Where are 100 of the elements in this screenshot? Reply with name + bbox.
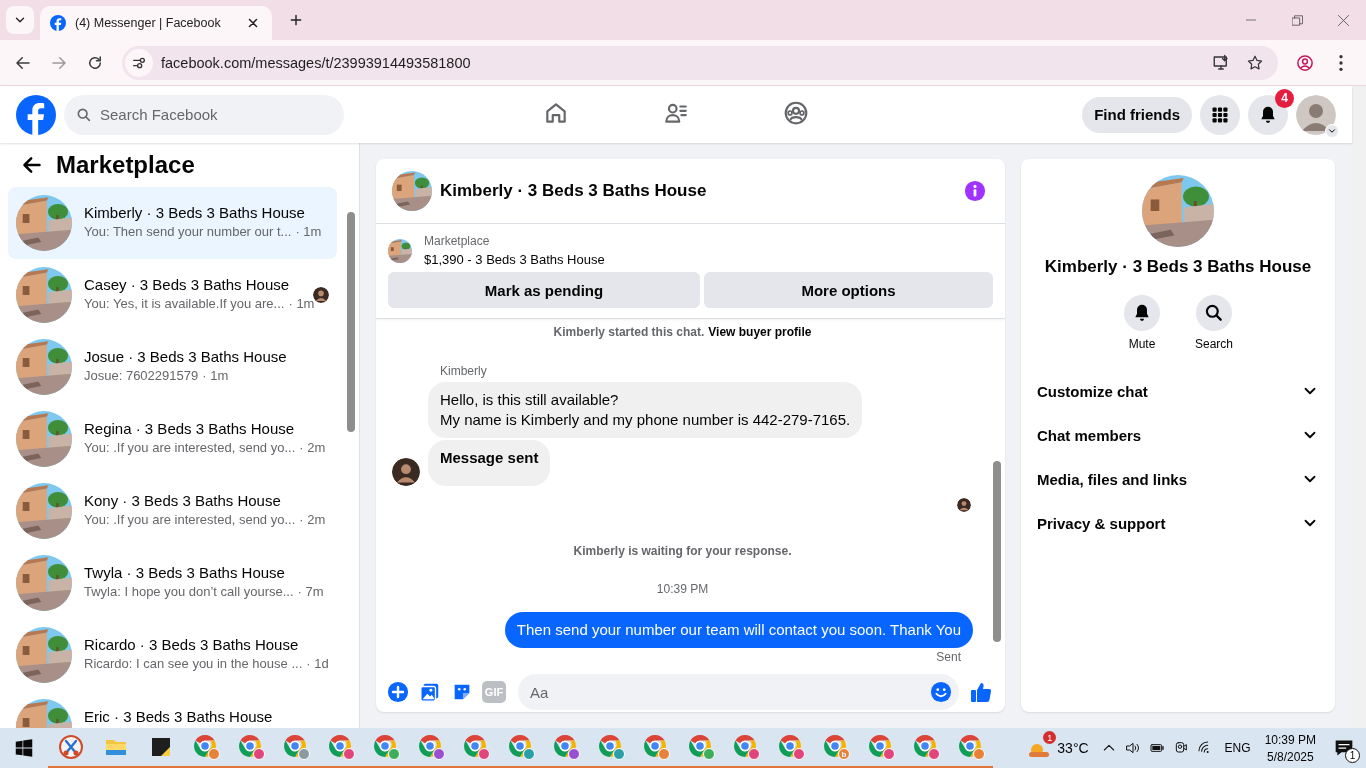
listing-title: $1,390 - 3 Beds 3 Baths House xyxy=(424,252,605,267)
scrollbar[interactable] xyxy=(1352,86,1366,728)
tab-title: (4) Messenger | Facebook xyxy=(75,16,222,30)
star-icon xyxy=(1246,53,1264,72)
browser-icon xyxy=(777,734,804,760)
accordion-item[interactable]: Privacy & support xyxy=(1029,501,1327,545)
accordion-item[interactable]: Chat members xyxy=(1029,413,1327,457)
close-icon xyxy=(247,17,259,29)
browser-icon xyxy=(192,734,219,760)
search-icon xyxy=(76,106,92,123)
accordion-item[interactable]: Customize chat xyxy=(1029,369,1327,413)
message-preview: Twyla: I hope you don’t call yourse... xyxy=(84,584,294,599)
conversation-item[interactable]: Twyla · 3 Beds 3 Baths House Twyla: I hope you don’t call yourse... · 7m xyxy=(8,547,337,619)
timestamp: · 7m xyxy=(297,584,324,599)
thumbs-up-icon xyxy=(969,680,993,704)
restore-icon xyxy=(1291,14,1303,26)
conversation-title: Regina · 3 Beds 3 Baths House xyxy=(84,420,296,437)
action-label: Mute xyxy=(1128,337,1156,351)
mute-button[interactable] xyxy=(1124,295,1160,331)
notification-center-button[interactable]: 1 xyxy=(1322,728,1366,768)
conversation-item[interactable]: Regina · 3 Beds 3 Baths House You: .If you are interested, send yo... · 2m xyxy=(8,403,337,475)
notifications-button[interactable] xyxy=(1248,94,1288,135)
browser-icon xyxy=(462,734,489,760)
message-field[interactable]: Aa xyxy=(518,674,959,710)
search-field[interactable]: Search Facebook xyxy=(64,94,344,135)
reload-icon xyxy=(86,53,104,72)
back-button[interactable] xyxy=(22,155,42,175)
browser-icon xyxy=(237,734,264,760)
find-friends-button[interactable]: Find friends xyxy=(1082,96,1192,133)
sender-name: Kimberly xyxy=(440,364,488,378)
browser-icon xyxy=(732,734,759,760)
conversation-item[interactable]: Kimberly · 3 Beds 3 Baths House You: Then send your number our t... · 1m xyxy=(8,187,337,259)
conversation-title: Kimberly · 3 Beds 3 Baths House xyxy=(440,181,707,201)
avatar-icon[interactable] xyxy=(1296,94,1336,135)
conversation-title: Twyla · 3 Beds 3 Baths House xyxy=(84,564,286,581)
address-bar[interactable]: facebook.com/messages/t/23993914493581800 xyxy=(122,45,1278,80)
windows-icon xyxy=(15,739,33,757)
conversation-title: Kony · 3 Beds 3 Baths House xyxy=(84,492,282,509)
home-icon xyxy=(543,100,569,126)
message-preview: You: Yes, it is available.If you are... xyxy=(84,296,285,311)
emoji-button[interactable] xyxy=(930,681,952,703)
scissors-icon xyxy=(58,735,83,759)
browser-icon xyxy=(957,734,984,760)
monitor-download-icon xyxy=(1212,53,1230,72)
message-bubble: Message sent xyxy=(428,440,551,486)
action-button[interactable]: Mark as pending xyxy=(388,272,700,308)
timestamp: · 1m xyxy=(288,296,315,311)
notification-count: 1 xyxy=(1345,748,1360,763)
browser-icon xyxy=(552,734,579,760)
menu-button[interactable] xyxy=(1200,94,1240,135)
conversation-item[interactable]: Ricardo · 3 Beds 3 Baths House Ricardo: I can see you in the house ... · 1d xyxy=(8,619,337,691)
clock-button[interactable]: 10:39 PM 5/8/2025 xyxy=(1258,728,1322,768)
page-title: Marketplace xyxy=(56,151,195,179)
minimize-icon xyxy=(1246,19,1256,21)
timestamp: · 1d xyxy=(306,656,329,671)
info-icon xyxy=(964,180,986,202)
message-bubble: Hello, is this still available? My name is Kimberly and my phone number is 442-279-7165. xyxy=(428,382,863,438)
action-label: Search xyxy=(1195,337,1233,351)
browser-icon xyxy=(912,734,939,760)
site-info-button[interactable] xyxy=(125,48,153,77)
message-preview: You: .If you are interested, send yo... xyxy=(84,512,296,527)
plus-circle-icon xyxy=(387,681,409,703)
timestamp: 10:39 PM xyxy=(655,582,710,596)
profile-badge: b xyxy=(838,748,850,760)
conversation-item[interactable]: Kony · 3 Beds 3 Baths House You: .If you are interested, send yo... · 2m xyxy=(8,475,337,547)
buyer-profile-link[interactable]: View buyer profile xyxy=(708,325,812,339)
avatar-icon xyxy=(957,498,971,512)
url-text: facebook.com/messages/t/23993914493581800 xyxy=(161,54,471,71)
search-button[interactable] xyxy=(1196,295,1232,331)
system-message: Kimberly started this chat. xyxy=(553,325,705,339)
browser-icon xyxy=(867,734,894,760)
timestamp: · 2m xyxy=(299,440,326,455)
logo-icon[interactable] xyxy=(16,94,56,135)
group-icon xyxy=(783,100,809,126)
arrow-left-icon xyxy=(22,155,42,175)
timestamp: · 2m xyxy=(299,512,326,527)
conversation-item[interactable]: Josue · 3 Beds 3 Baths House Josue: 7602291579 · 1m xyxy=(8,331,337,403)
timestamp: · 1m xyxy=(202,368,229,383)
message-preview: You: Then send your number our t... xyxy=(84,224,292,239)
language-button[interactable]: ENG xyxy=(1216,728,1259,768)
notification-badge: 1 xyxy=(1043,731,1057,744)
conversation-title: Eric · 3 Beds 3 Baths House xyxy=(84,708,274,725)
action-button[interactable]: More options xyxy=(704,272,993,308)
conversation-item[interactable]: Casey · 3 Beds 3 Baths House You: Yes, it is available.If you are... · 1m xyxy=(8,259,337,331)
plus-icon xyxy=(289,13,303,27)
message-preview: You: .If you are interested, send yo... xyxy=(84,440,296,455)
browser-icon xyxy=(327,734,354,760)
conversation-title: Ricardo · 3 Beds 3 Baths House xyxy=(84,636,300,653)
accordion-item[interactable]: Media, files and links xyxy=(1029,457,1327,501)
weather-widget[interactable]: 1 33°C xyxy=(1019,728,1097,768)
browser-icon xyxy=(687,734,714,760)
browser-icon xyxy=(372,734,399,760)
conversation-title: Kimberly · 3 Beds 3 Baths House xyxy=(1044,257,1312,277)
close-icon xyxy=(1337,14,1349,26)
browser-icon xyxy=(282,734,309,760)
system-message: Kimberly is waiting for your response. xyxy=(573,544,792,558)
delivery-status: Sent xyxy=(935,650,961,664)
listing-source: Marketplace xyxy=(424,234,491,248)
message-bubble: Then send your number our team will contact you soon. Thank You xyxy=(504,612,973,648)
browser-tab[interactable]: (4) Messenger | Facebook xyxy=(40,6,272,40)
